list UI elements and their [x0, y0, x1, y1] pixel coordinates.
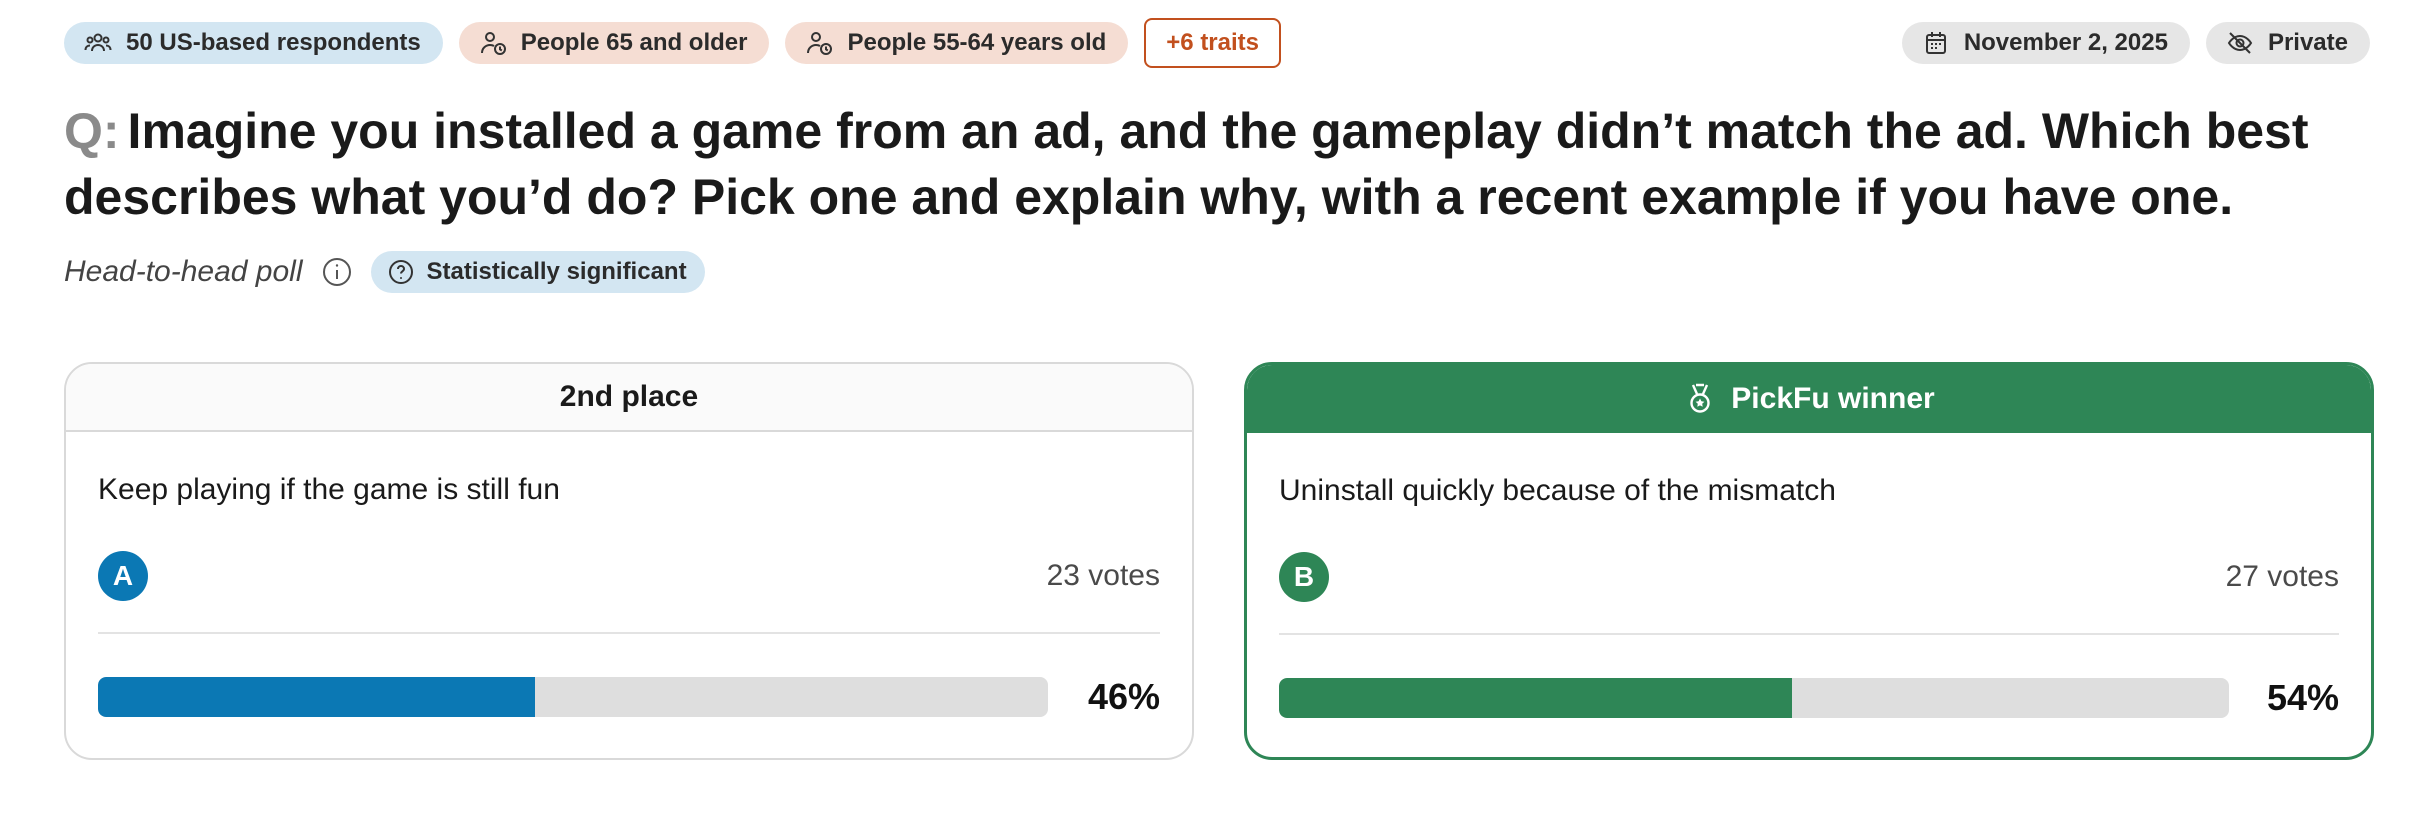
option-card-b[interactable]: PickFu winner Uninstall quickly because …	[1244, 362, 2374, 760]
question-prefix: Q:	[64, 103, 120, 159]
progress-track	[98, 677, 1048, 717]
question-text: Imagine you installed a game from an ad,…	[64, 103, 2309, 225]
card-body: Keep playing if the game is still fun A …	[66, 470, 1192, 718]
calendar-icon	[1925, 32, 1946, 54]
question-circle-icon	[388, 260, 413, 284]
vote-count: 27 votes	[2225, 560, 2339, 593]
significance-badge[interactable]: Statistically significant	[370, 251, 705, 293]
option-text: Keep playing if the game is still fun	[98, 473, 560, 506]
placement-label: 2nd place	[559, 380, 699, 413]
date-tag: November 2, 2025	[1901, 22, 2190, 64]
progress-track	[1279, 678, 2229, 718]
trait-label: People 55-64 years old	[847, 29, 1107, 56]
vote-row: B 27 votes	[1279, 551, 2339, 603]
person-clock-icon	[807, 32, 833, 55]
eye-slash-icon	[2227, 32, 2253, 54]
poll-info-tags: November 2, 2025 Private	[1901, 22, 2370, 64]
trait-tag-65-older[interactable]: People 65 and older	[458, 22, 770, 64]
poll-result-page: 50 US-based respondents People 65 and ol…	[0, 0, 2434, 818]
trait-label: People 65 and older	[520, 29, 748, 56]
medal-icon	[1690, 383, 1710, 413]
info-icon[interactable]	[321, 256, 353, 288]
divider	[1279, 633, 2339, 635]
poll-meta-row: Head-to-head poll Statistically signific…	[64, 250, 705, 294]
vote-count: 23 votes	[1046, 559, 1160, 592]
result-bar-row: 46%	[98, 676, 1160, 718]
card-body: Uninstall quickly because of the mismatc…	[1247, 471, 2371, 719]
card-header: 2nd place	[66, 364, 1192, 432]
option-text: Uninstall quickly because of the mismatc…	[1279, 474, 1836, 507]
result-bar-row: 54%	[1279, 677, 2339, 719]
respondents-tag[interactable]: 50 US-based respondents	[64, 22, 443, 64]
progress-fill	[98, 677, 535, 717]
winner-label: PickFu winner	[1731, 382, 1935, 415]
privacy-label: Private	[2267, 29, 2348, 56]
option-letter-badge: A	[98, 551, 148, 601]
people-group-icon	[84, 33, 112, 52]
percent-label: 46%	[1087, 676, 1160, 717]
progress-fill	[1279, 678, 1792, 718]
person-clock-icon	[480, 32, 506, 55]
significance-label: Statistically significant	[426, 258, 687, 285]
date-label: November 2, 2025	[1963, 29, 2168, 56]
poll-question: Q: Imagine you installed a game from an a…	[64, 98, 2324, 230]
option-letter-badge: B	[1279, 552, 1329, 602]
privacy-tag[interactable]: Private	[2205, 22, 2370, 64]
percent-label: 54%	[2266, 677, 2339, 718]
divider	[98, 632, 1160, 634]
tags-row: 50 US-based respondents People 65 and ol…	[64, 18, 2370, 68]
more-traits-button[interactable]: +6 traits	[1144, 18, 1281, 68]
card-header-winner: PickFu winner	[1247, 365, 2371, 433]
option-card-a[interactable]: 2nd place Keep playing if the game is st…	[64, 362, 1194, 760]
poll-type-label: Head-to-head poll	[64, 255, 303, 288]
respondents-label: 50 US-based respondents	[126, 29, 421, 56]
trait-tag-55-64[interactable]: People 55-64 years old	[785, 22, 1129, 64]
audience-tags: 50 US-based respondents People 65 and ol…	[64, 18, 1281, 68]
vote-row: A 23 votes	[98, 550, 1160, 602]
